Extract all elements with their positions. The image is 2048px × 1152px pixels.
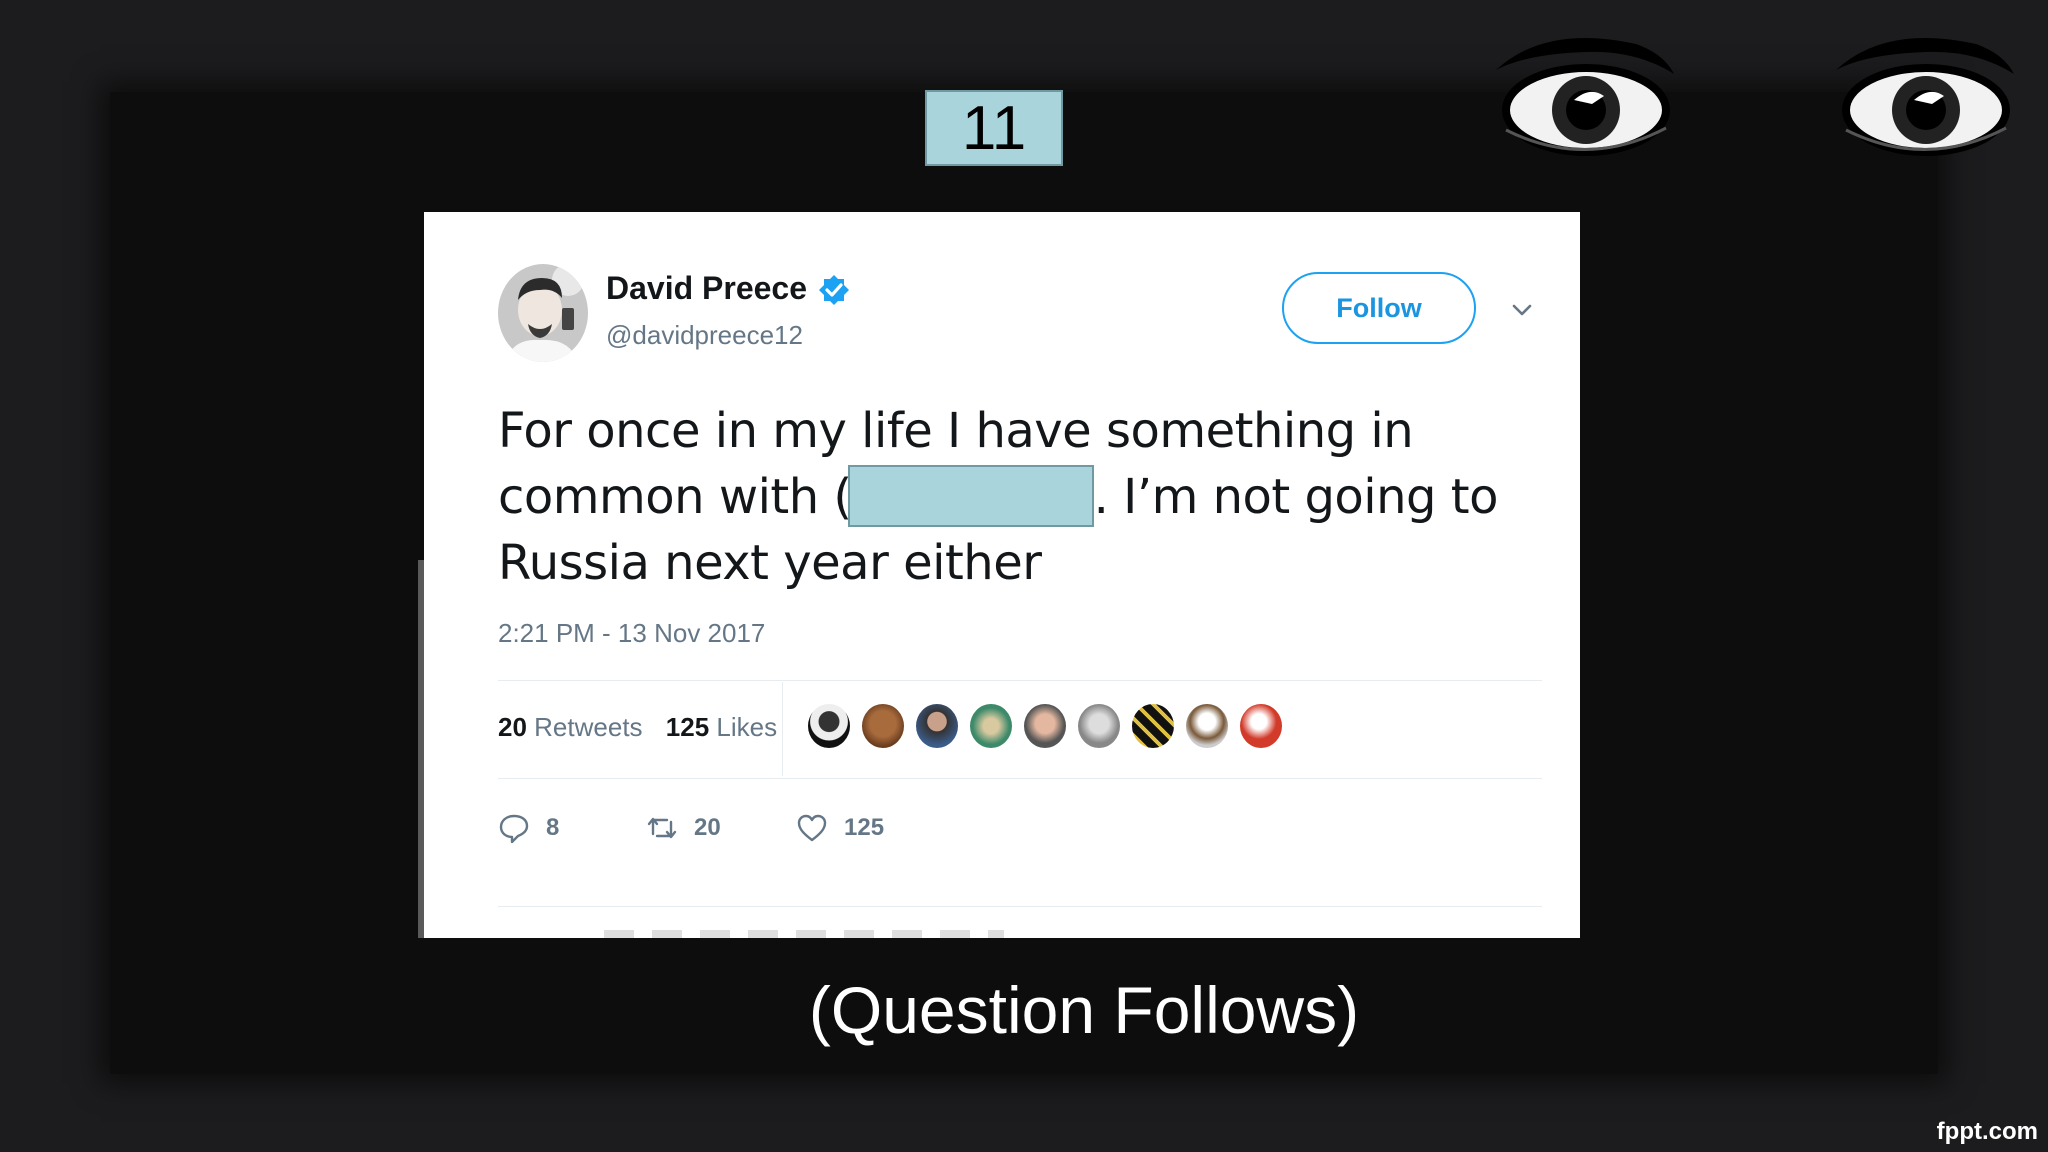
reply-count: 8 <box>546 814 560 841</box>
slide-number-badge: 11 <box>925 90 1063 166</box>
retweets-count[interactable]: 20 <box>498 712 527 742</box>
avatar[interactable] <box>498 264 588 362</box>
reply-icon[interactable] <box>498 812 530 844</box>
tweet-text: For once in my life I have something in … <box>498 398 1538 596</box>
like-action[interactable]: 125 <box>796 808 884 848</box>
eye-icon <box>1496 37 1674 156</box>
likes-label[interactable]: Likes <box>716 712 777 742</box>
retweets-label[interactable]: Retweets <box>534 712 642 742</box>
tweet-timestamp[interactable]: 2:21 PM - 13 Nov 2017 <box>498 618 765 649</box>
liker-avatar[interactable] <box>1022 702 1068 750</box>
follow-button[interactable]: Follow <box>1282 272 1476 344</box>
user-handle[interactable]: @davidpreece12 <box>606 320 803 351</box>
chevron-down-icon[interactable] <box>1510 298 1534 322</box>
redaction-box <box>847 465 1094 527</box>
tweet-card: David Preece @davidpreece12 Follow For o… <box>424 212 1580 938</box>
liker-avatar[interactable] <box>968 702 1014 750</box>
liker-avatar[interactable] <box>1130 702 1176 750</box>
slide-caption: (Question Follows) <box>808 973 1360 1047</box>
liker-avatar[interactable] <box>1184 702 1230 750</box>
liker-avatar[interactable] <box>914 702 960 750</box>
stats-divider <box>782 682 783 776</box>
likes-count[interactable]: 125 <box>666 712 709 742</box>
divider <box>498 778 1542 779</box>
heart-icon[interactable] <box>796 812 828 844</box>
watermark: fppt.com <box>1936 1118 2038 1145</box>
retweet-action[interactable]: 20 <box>646 808 721 848</box>
eye-icon <box>1836 37 2014 156</box>
verified-badge-icon <box>819 275 849 305</box>
retweet-icon[interactable] <box>646 812 678 844</box>
liker-avatar[interactable] <box>1238 702 1284 750</box>
next-tweet-partial <box>604 930 1004 938</box>
divider <box>498 906 1542 907</box>
tweet-stats: 20 Retweets 125 Likes <box>498 712 777 743</box>
like-count: 125 <box>844 814 885 841</box>
reply-action[interactable]: 8 <box>498 808 559 848</box>
divider <box>498 680 1542 681</box>
retweet-count: 20 <box>694 814 721 841</box>
display-name[interactable]: David Preece <box>606 270 807 307</box>
liker-avatar[interactable] <box>860 702 906 750</box>
liker-avatar[interactable] <box>806 702 852 750</box>
liker-avatar[interactable] <box>1076 702 1122 750</box>
